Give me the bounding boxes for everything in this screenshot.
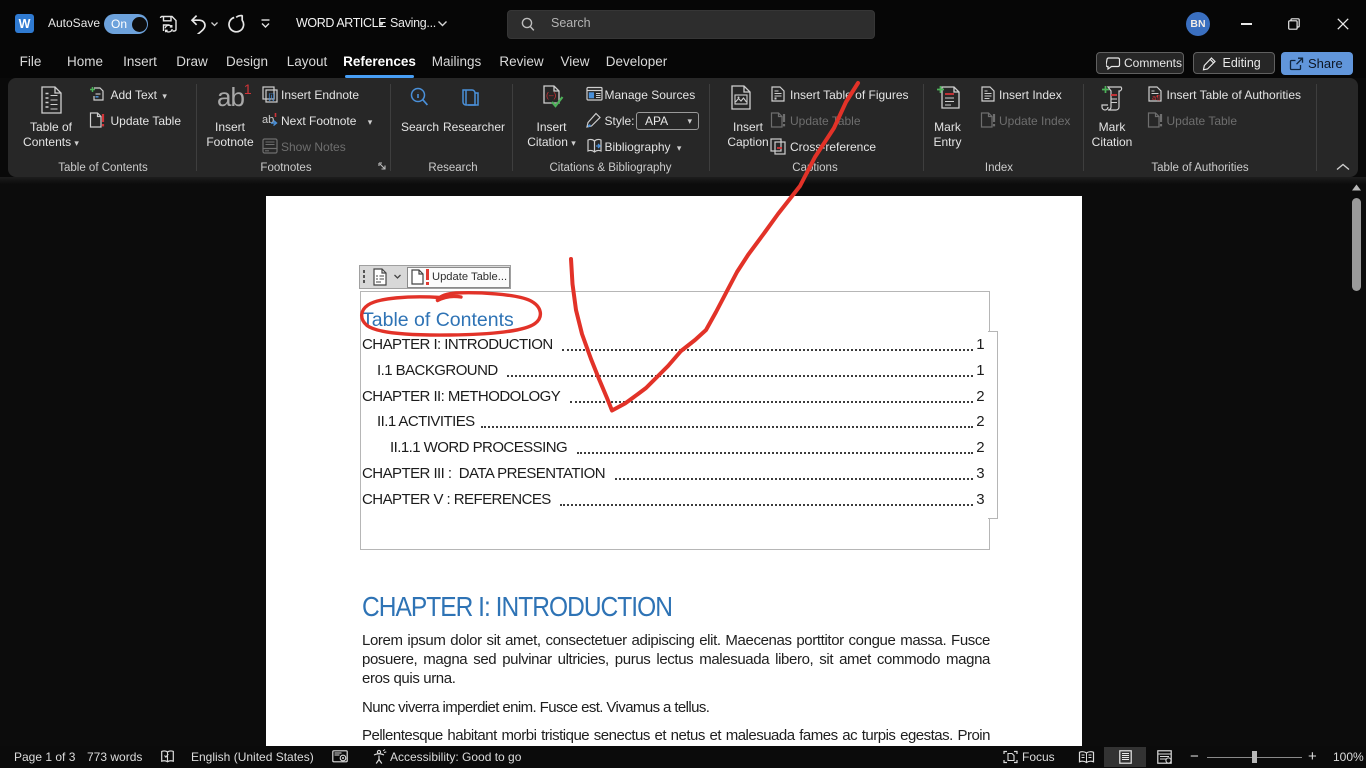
svg-text:W: W	[19, 17, 31, 31]
svg-text:a¶: a¶	[1152, 93, 1160, 102]
svg-text:ab: ab	[262, 114, 274, 126]
svg-text:(–): (–)	[546, 90, 557, 100]
svg-text:[i]: [i]	[268, 93, 274, 102]
